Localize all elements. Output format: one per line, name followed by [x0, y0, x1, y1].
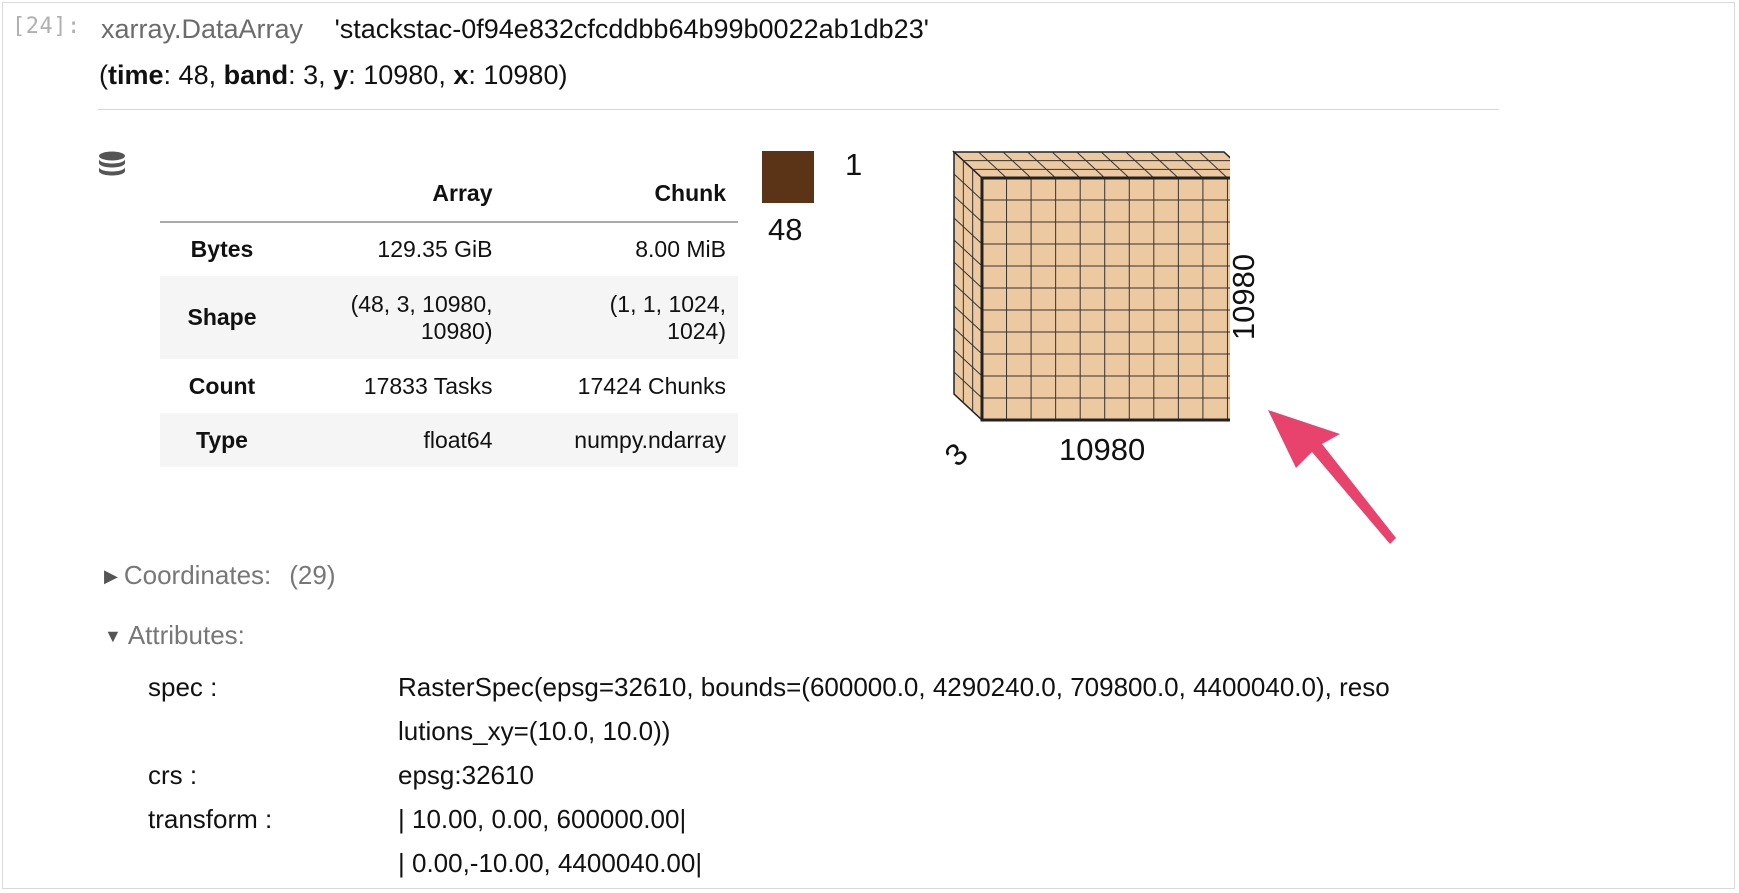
collapse-triangle-icon: ▼	[104, 626, 122, 646]
shape-line: 1024)	[667, 317, 726, 344]
legend-time-size: 48	[768, 212, 803, 247]
dim-size: 3	[303, 60, 319, 90]
dimensions: (time: 48, band: 3, y: 10980, x: 10980)	[99, 60, 568, 90]
section-label: Coordinates:	[123, 560, 272, 590]
chunk-cell: 17424 Chunks	[577, 372, 726, 399]
dim-size: 48	[178, 60, 209, 90]
legend-band-size: 1	[845, 147, 863, 182]
row-label: Type	[196, 426, 248, 453]
attr-value: | 10.00, 0.00, 600000.00|	[398, 804, 687, 834]
row-label: Count	[188, 372, 256, 399]
attributes-section-toggle[interactable]: ▼ Attributes:	[104, 620, 245, 651]
chunk-cell: numpy.ndarray	[574, 426, 726, 453]
array-cell: (48, 3, 10980, 10980)	[284, 276, 505, 359]
table-row: Shape (48, 3, 10980, 10980) (1, 1, 1024, 1…	[160, 276, 738, 359]
section-label: Attributes:	[127, 620, 245, 650]
header-divider	[98, 109, 1499, 110]
dim-name: time	[108, 60, 164, 90]
shape-line: (1, 1, 1024,	[609, 290, 726, 317]
chunk-cell: 8.00 MiB	[635, 236, 726, 262]
attr-value: lutions_xy=(10.0, 10.0))	[398, 716, 671, 746]
legend-chunk-square	[762, 151, 814, 203]
shape-line: (48, 3, 10980,	[350, 290, 493, 317]
chunk-cell: (1, 1, 1024, 1024)	[505, 276, 738, 359]
attr-value: RasterSpec(epsg=32610, bounds=(600000.0,…	[398, 672, 1390, 702]
table-row: Bytes 129.35 GiB 8.00 MiB	[160, 222, 738, 276]
attr-key: crs :	[148, 760, 198, 790]
table-header-chunk: Chunk	[504, 165, 738, 223]
object-name: 'stackstac-0f94e832cfcddbb64b99b0022ab1d…	[334, 14, 929, 44]
dim-name: band	[223, 60, 289, 90]
cube-front-face	[980, 176, 1230, 422]
attr-key: spec :	[148, 672, 218, 702]
table-row: Type float64 numpy.ndarray	[160, 413, 738, 467]
dim-size: 10980	[483, 60, 559, 90]
cell-prompt: [24]:	[12, 14, 81, 39]
table-header-row: Array Chunk	[160, 165, 738, 223]
table-header-array: Array	[284, 165, 505, 223]
attr-key: transform :	[148, 804, 273, 834]
array-cell: 17833 Tasks	[363, 372, 493, 399]
coordinates-section-toggle[interactable]: ▶ Coordinates: (29)	[104, 560, 336, 591]
shape-line: 10980)	[420, 317, 493, 344]
cube-y-label: 10980	[1226, 253, 1261, 341]
object-type: xarray.DataArray	[101, 14, 304, 44]
cube-side-face	[953, 150, 983, 422]
array-cell: 129.35 GiB	[377, 236, 493, 262]
dim-name: x	[453, 60, 469, 90]
attr-value: | 0.00,-10.00, 4400040.00|	[398, 848, 703, 878]
dim-name: y	[333, 60, 349, 90]
array-cell: float64	[423, 426, 493, 453]
database-icon[interactable]	[97, 150, 127, 180]
dataarray-header: xarray.DataArray 'stackstac-0f94e832cfcd…	[101, 14, 929, 45]
coordinates-count: (29)	[289, 560, 336, 590]
dask-array-table: Array Chunk Bytes 129.35 GiB 8.00 MiB Sh…	[160, 165, 738, 467]
row-label: Shape	[187, 304, 257, 330]
table-row: Count 17833 Tasks 17424 Chunks	[160, 359, 738, 413]
table-header	[160, 165, 284, 223]
pink-arrow-annotation	[1268, 410, 1396, 544]
expand-triangle-icon: ▶	[104, 566, 118, 586]
dim-size: 10980	[363, 60, 439, 90]
attr-value: epsg:32610	[398, 760, 534, 790]
chunk-grid-cube	[952, 150, 1230, 422]
cube-x-label: 10980	[1059, 432, 1146, 467]
row-label: Bytes	[190, 236, 254, 262]
